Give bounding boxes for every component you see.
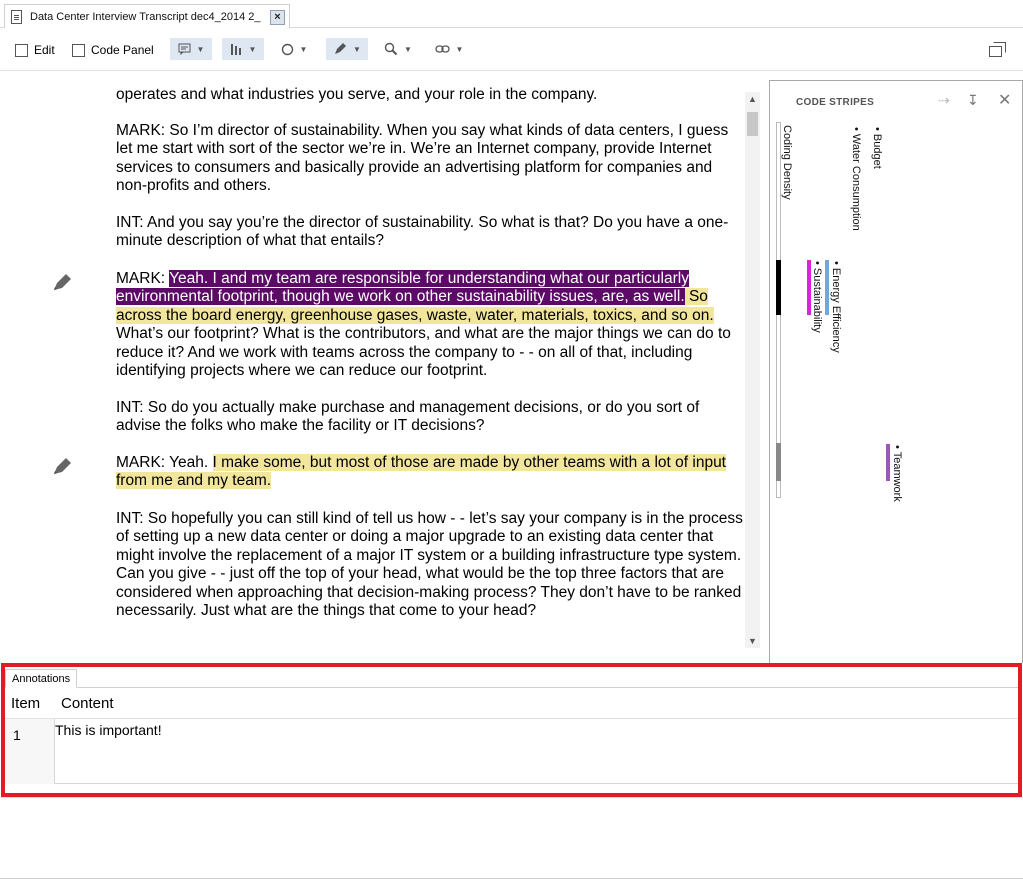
edit-checkbox[interactable]: Edit (15, 43, 55, 57)
restore-window-icon[interactable] (989, 42, 1006, 57)
chevron-down-icon: ▼ (248, 44, 257, 54)
coding-density-mark (776, 443, 781, 481)
paragraph: MARK: So I’m director of sustainability.… (116, 122, 729, 195)
scroll-up-icon[interactable]: ▲ (745, 92, 760, 106)
arrow-right-icon[interactable]: ⇢ (938, 92, 950, 109)
code-stripes-panel: CODE STRIPES ⇢ ↧ ✕ Coding Density • Budg… (769, 80, 1023, 663)
zoom-icon (384, 42, 398, 56)
chevron-down-icon: ▼ (455, 44, 464, 54)
coded-segment-sustainability[interactable]: Yeah. I and my team are responsible for … (116, 270, 689, 306)
scroll-down-icon[interactable]: ▼ (745, 634, 760, 648)
code-stripes-title: CODE STRIPES (796, 97, 875, 108)
stripes-icon (230, 43, 241, 55)
chevron-down-icon: ▼ (196, 44, 205, 54)
coding-density-label: Coding Density (781, 125, 793, 200)
pen-icon (335, 43, 347, 54)
code-panel-checkbox-box[interactable] (72, 43, 85, 57)
speaker-text: MARK: Yeah. (116, 454, 213, 471)
annotations-tabstrip: Annotations (5, 667, 1018, 688)
toolbar: Edit Code Panel ▼ ▼ ▼ ▼ ▼ ▼ (0, 28, 1023, 71)
code-label-budget[interactable]: • Budget (871, 127, 883, 169)
scroll-thumb[interactable] (747, 112, 758, 136)
code-panel-label: Code Panel (91, 43, 154, 57)
document-icon (11, 9, 22, 24)
zoom-button[interactable]: ▼ (380, 38, 416, 60)
vertical-scrollbar[interactable]: ▲ ▼ (745, 92, 760, 648)
edit-checkbox-box[interactable] (15, 43, 28, 57)
stripe-energy-efficiency[interactable] (825, 260, 829, 315)
column-header-content[interactable]: Content (61, 695, 114, 712)
speaker-text: MARK: (116, 270, 170, 287)
annotation-content-cell[interactable]: This is important! (54, 719, 1018, 784)
document-view: operates and what industries you serve, … (0, 72, 762, 662)
close-icon[interactable]: ✕ (998, 90, 1011, 110)
edit-label: Edit (34, 43, 55, 57)
highlight-button[interactable]: ▼ (326, 38, 368, 60)
annotation-item-number: 1 (13, 727, 21, 743)
paragraph: INT: So hopefully you can still kind of … (116, 510, 743, 620)
paragraph: MARK: Yeah. I and my team are responsibl… (116, 270, 744, 380)
code-label-water-consumption[interactable]: • Water Consumption (850, 127, 862, 231)
circle-icon (281, 43, 293, 55)
chevron-down-icon: ▼ (353, 44, 361, 54)
annotation-pen-icon[interactable] (52, 456, 74, 476)
paragraph: MARK: Yeah. I make some, but most of tho… (116, 454, 744, 491)
stripe-teamwork[interactable] (886, 444, 890, 481)
paragraph: INT: And you say you’re the director of … (116, 214, 729, 250)
arrow-down-icon[interactable]: ↧ (967, 92, 979, 109)
link-icon (434, 45, 450, 53)
paragraph-text: What’s our footprint? What is the contri… (116, 325, 731, 380)
bottom-pane (0, 797, 1023, 879)
annotation-pen-icon[interactable] (52, 272, 74, 292)
stripes-button[interactable]: ▼ (222, 38, 264, 60)
link-button[interactable]: ▼ (430, 38, 468, 60)
tab-transcript[interactable]: Data Center Interview Transcript dec4_20… (4, 4, 290, 28)
document-tab-bar: Data Center Interview Transcript dec4_20… (0, 0, 1023, 28)
annotations-panel: Annotations Item Content 1 This is impor… (1, 663, 1022, 797)
code-label-teamwork[interactable]: • Teamwork (891, 445, 903, 502)
code-panel-checkbox[interactable]: Code Panel (72, 43, 154, 57)
annotation-icon (178, 43, 191, 55)
code-label-energy-efficiency[interactable]: • Energy Efficiency (830, 261, 842, 353)
column-header-item[interactable]: Item (11, 695, 40, 712)
chevron-down-icon: ▼ (299, 44, 308, 54)
annotations-button[interactable]: ▼ (170, 38, 212, 60)
close-icon[interactable]: × (270, 10, 285, 25)
chevron-down-icon: ▼ (404, 44, 412, 54)
coding-density-mark (776, 260, 781, 315)
paragraph: INT: So do you actually make purchase an… (116, 399, 700, 435)
tab-annotations[interactable]: Annotations (5, 669, 78, 688)
paragraph: operates and what industries you serve, … (116, 86, 598, 103)
code-label-sustainability[interactable]: • Sustainability (811, 261, 823, 333)
shape-button[interactable]: ▼ (276, 38, 312, 60)
tab-title: Data Center Interview Transcript dec4_20… (30, 10, 261, 23)
